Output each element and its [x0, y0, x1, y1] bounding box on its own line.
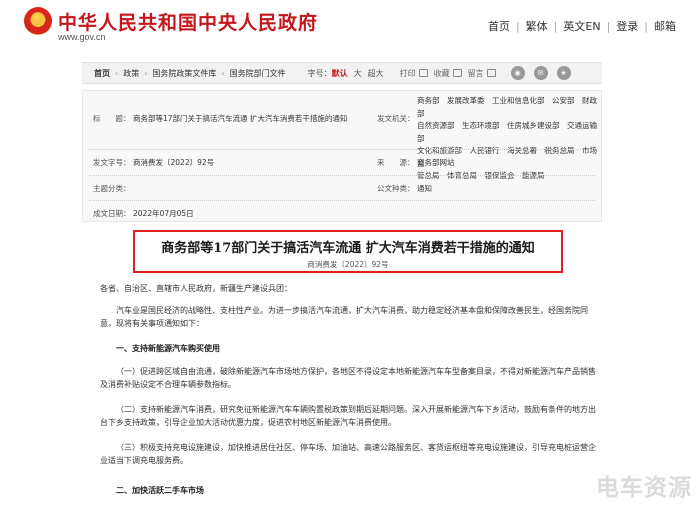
issuer-line: 商务部 发展改革委 工业和信息化部 公安部 财政部	[417, 96, 597, 118]
font-size-label: 字号：	[307, 68, 332, 78]
font-size-xlarge[interactable]: 超大	[368, 69, 384, 78]
breadcrumb-home[interactable]: 首页	[94, 68, 110, 79]
page-tools: 打印 收藏 留言 ◉ ✉ ★	[400, 66, 571, 80]
row-divider	[89, 200, 595, 201]
breadcrumb-policy[interactable]: 政策	[123, 68, 139, 79]
document-title: 商务部等17部门关于搞活汽车流通 扩大汽车消费若干措施的通知	[161, 241, 535, 256]
issuer-list: 商务部 发展改革委 工业和信息化部 公安部 财政部 自然资源部 生态环境部 住房…	[417, 95, 599, 183]
watermark-text: 电车资源	[596, 475, 692, 501]
breadcrumb: 首页 › 政策 › 国务院政策文件库 › 国务院部门文件	[82, 68, 286, 79]
print-button[interactable]: 打印	[400, 68, 428, 79]
type-value: 通知	[417, 184, 432, 193]
breadcrumb-bar: 首页 › 政策 › 国务院政策文件库 › 国务院部门文件 字号：默认大超大 打印…	[82, 62, 602, 84]
breadcrumb-dept-docs[interactable]: 国务院部门文件	[230, 68, 286, 79]
breadcrumb-arrow-icon: ›	[144, 68, 148, 78]
nav-home[interactable]: 首页	[482, 18, 516, 34]
document-number: 商消费发〔2022〕92号	[307, 260, 389, 269]
source-value: 商务部网站	[417, 158, 455, 167]
nav-traditional[interactable]: 繁体	[520, 18, 554, 34]
title-value: 商务部等17部门关于搞活汽车流通 扩大汽车消费若干措施的通知	[133, 114, 348, 123]
wechat-share-icon[interactable]: ✉	[533, 66, 548, 80]
type-label: 公文种类：	[377, 184, 415, 193]
row-divider	[89, 149, 595, 150]
comment-button[interactable]: 留言	[468, 68, 496, 79]
site-title[interactable]: 中华人民共和国中央人民政府	[58, 8, 318, 35]
title-label: 标 题：	[93, 114, 131, 123]
printer-icon	[418, 69, 428, 77]
body-paragraph: （二）支持新能源汽车消费，研究免征新能源汽车车辆购置税政策到期后延期问题。深入开…	[100, 405, 596, 427]
row-divider	[89, 175, 595, 176]
docno-label: 发文字号：	[93, 158, 131, 167]
favorite-button[interactable]: 收藏	[434, 68, 462, 79]
qzone-share-icon[interactable]: ★	[556, 66, 571, 80]
breadcrumb-policy-library[interactable]: 国务院政策文件库	[152, 68, 216, 79]
body-paragraph: （一）促进跨区域自由流通，破除新能源汽车市场地方保护，各地区不得设定本地新能源汽…	[100, 367, 596, 389]
comment-label: 留言	[467, 68, 484, 78]
font-size-large[interactable]: 大	[354, 69, 362, 78]
salutation: 各省、自治区、直辖市人民政府，新疆生产建设兵团：	[100, 284, 292, 293]
issuer-line: 管总局 体育总局 银保监会 能源局	[417, 171, 545, 180]
body-paragraph: 汽车业是国民经济的战略性、支柱性产业。为进一步搞活汽车流通，扩大汽车消费，助力稳…	[100, 306, 588, 328]
font-size-switcher: 字号：默认大超大	[308, 68, 384, 79]
body-paragraph: （三）积极支持充电设施建设，加快推进居住社区、停车场、加油站、高速公路服务区、客…	[100, 443, 596, 465]
nav-login[interactable]: 登录	[610, 18, 644, 34]
section-heading: 二、加快活跃二手车市场	[116, 486, 204, 495]
star-icon	[452, 69, 462, 77]
date-label: 成文日期：	[93, 209, 131, 218]
site-header: ★ 中华人民共和国中央人民政府 www.gov.cn 首页 | 繁体 | 英文E…	[0, 0, 700, 50]
breadcrumb-arrow-icon: ›	[221, 68, 225, 78]
nav-english[interactable]: 英文EN	[557, 18, 606, 34]
weibo-share-icon[interactable]: ◉	[510, 66, 525, 80]
top-nav: 首页 | 繁体 | 英文EN | 登录 | 邮箱	[482, 18, 682, 34]
issuer-line: 自然资源部 生态环境部 住房城乡建设部 交通运输部	[417, 121, 597, 143]
breadcrumb-arrow-icon: ›	[115, 68, 119, 78]
national-emblem-icon[interactable]: ★	[24, 7, 52, 35]
print-label: 打印	[399, 68, 416, 78]
document-title-box: 商务部等17部门关于搞活汽车流通 扩大汽车消费若干措施的通知 商消费发〔2022…	[133, 230, 563, 273]
favorite-label: 收藏	[433, 68, 450, 78]
nav-mail[interactable]: 邮箱	[648, 18, 682, 34]
issuer-label: 发文机关：	[377, 114, 415, 123]
document-info-table: 标 题： 商务部等17部门关于搞活汽车流通 扩大汽车消费若干措施的通知 发文机关…	[82, 90, 602, 222]
source-label: 来 源：	[377, 158, 415, 167]
topic-label: 主题分类：	[93, 184, 131, 193]
font-size-default[interactable]: 默认	[332, 69, 348, 78]
message-icon	[486, 69, 496, 77]
section-heading: 一、支持新能源汽车购买使用	[116, 344, 220, 353]
date-value: 2022年07月05日	[133, 209, 194, 218]
site-url: www.gov.cn	[58, 32, 106, 42]
docno-value: 商消费发〔2022〕92号	[133, 158, 215, 167]
